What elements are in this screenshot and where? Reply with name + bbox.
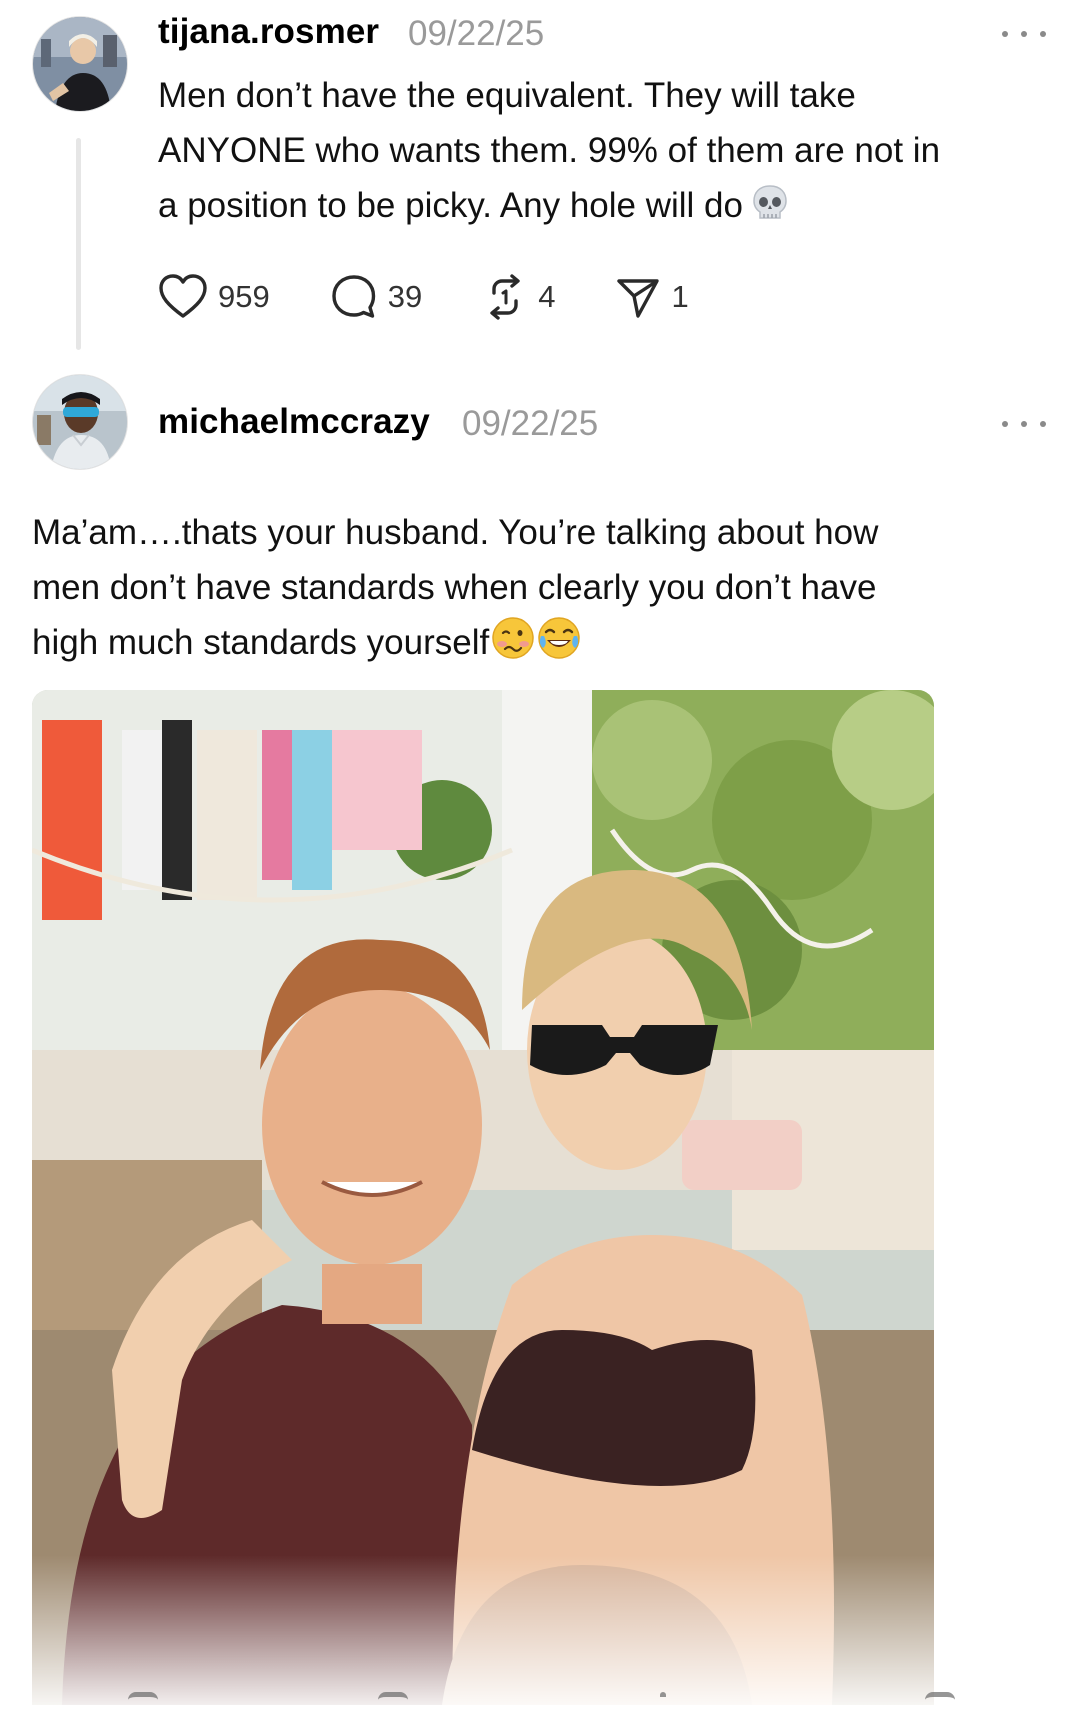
woozy-face-emoji-icon bbox=[491, 616, 535, 676]
post-2: michaelmccrazy 09/22/25 Ma’am….thats you… bbox=[0, 0, 1080, 1705]
post-text-line: men don’t have standards when clearly yo… bbox=[32, 568, 877, 607]
avatar[interactable] bbox=[32, 374, 128, 470]
post-photo[interactable] bbox=[32, 690, 934, 1705]
avatar-photo bbox=[33, 375, 127, 469]
timestamp: 09/22/25 bbox=[462, 404, 599, 443]
more-options-icon[interactable] bbox=[1002, 414, 1046, 434]
couple-photo-image bbox=[32, 690, 934, 1705]
tears-of-joy-emoji-icon bbox=[537, 616, 581, 676]
post-text: Ma’am….thats your husband. You’re talkin… bbox=[32, 505, 878, 676]
post-text-line: Ma’am….thats your husband. You’re talkin… bbox=[32, 513, 879, 552]
username[interactable]: michaelmccrazy bbox=[158, 402, 430, 442]
post-text-line: high much standards yourself bbox=[32, 623, 490, 662]
